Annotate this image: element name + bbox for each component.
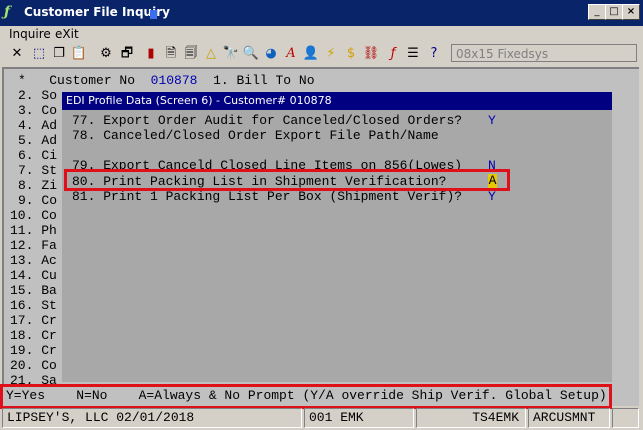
field-list-item: 2. So	[18, 88, 58, 103]
highlight-option-80	[64, 169, 510, 191]
toolbar: ✕ ⬚ ❐ 📋 ⚙ 🗗 ▮ 🗎 🗐 △ 🔭 🔍 ◕ A 👤 ⚡ $ ⛓ ƒ ☰ …	[0, 42, 643, 66]
field-list-item: 4. Ad	[18, 118, 58, 133]
font-icon[interactable]: A	[282, 45, 300, 63]
option-81: 81. Print 1 Packing List Per Box (Shipme…	[72, 189, 462, 204]
status-program: ARCUSMNT	[528, 408, 610, 428]
field-list-item: 16. St	[10, 298, 57, 313]
select-icon[interactable]: ⬚	[30, 45, 48, 63]
lightning-icon[interactable]: ⚡	[322, 45, 340, 63]
field-list-item: 9. Co	[18, 193, 58, 208]
alert-icon[interactable]: △	[202, 45, 220, 63]
dialog-title: EDI Profile Data (Screen 6) - Customer# …	[62, 92, 612, 110]
title-bar[interactable]: ƒ Customer File Inquiry _ □ ×	[0, 0, 643, 26]
help-icon[interactable]: ?	[425, 45, 443, 63]
close-button[interactable]: ×	[622, 4, 640, 20]
paste-icon[interactable]: 📋	[70, 45, 88, 63]
window-title: Customer File Inquiry	[24, 5, 170, 19]
report-icon[interactable]: 🗎	[162, 45, 180, 63]
user-icon[interactable]: 👤	[302, 45, 320, 63]
field-list-item: 20. Co	[10, 358, 57, 373]
record-icon[interactable]: ▮	[142, 45, 160, 63]
field-list-item: 12. Fa	[10, 238, 57, 253]
globe-icon[interactable]: ◕	[262, 45, 280, 63]
settings-icon[interactable]: ⚙	[97, 45, 115, 63]
option-81-value[interactable]: Y	[488, 189, 496, 204]
option-77: 77. Export Order Audit for Canceled/Clos…	[72, 113, 462, 128]
option-78: 78. Canceled/Closed Order Export File Pa…	[72, 128, 439, 143]
customer-no-label: Customer No	[49, 73, 136, 88]
status-extra	[612, 408, 639, 428]
export-icon[interactable]: 🗐	[182, 45, 200, 63]
option-77-value[interactable]: Y	[488, 113, 496, 128]
customer-number: 010878	[150, 73, 198, 88]
field-list-item: 3. Co	[18, 103, 58, 118]
field-list-item: 17. Cr	[10, 313, 57, 328]
status-bar: LIPSEY'S, LLC 02/01/2018 001 EMK TS4EMK …	[2, 408, 641, 428]
search-icon[interactable]: 🔍	[242, 45, 260, 63]
highlight-help-line	[0, 384, 612, 409]
field-list-item: 10. Co	[10, 208, 57, 223]
option-78-label: 78. Canceled/Closed Order Export File Pa…	[72, 128, 439, 143]
title-cursor-icon	[150, 10, 157, 19]
option-77-label: 77. Export Order Audit for Canceled/Clos…	[72, 113, 463, 128]
field-list-item: 13. Ac	[10, 253, 57, 268]
font-selector[interactable]: 08x15 Fixedsys	[451, 44, 637, 62]
cut-icon[interactable]: ✕	[8, 45, 26, 63]
menu-exit[interactable]: eXit	[55, 27, 79, 41]
minimize-button[interactable]: _	[588, 4, 606, 20]
status-company: LIPSEY'S, LLC 02/01/2018	[2, 408, 302, 428]
header-star: *	[18, 73, 26, 88]
dollar-icon[interactable]: $	[342, 45, 360, 63]
menu-inquire[interactable]: Inquire	[9, 27, 51, 41]
link-icon[interactable]: ⛓	[362, 45, 380, 63]
maximize-button[interactable]: □	[605, 4, 623, 20]
copy-icon[interactable]: ❐	[50, 45, 68, 63]
window-icon[interactable]: 🗗	[118, 45, 136, 63]
field-list-item: 14. Cu	[10, 268, 57, 283]
field-list-item: 5. Ad	[18, 133, 58, 148]
function-icon[interactable]: ƒ	[384, 45, 402, 63]
option-81-label: 81. Print 1 Packing List Per Box (Shipme…	[72, 189, 463, 204]
header-line: * Customer No 010878 1. Bill To No	[18, 73, 315, 88]
list-icon[interactable]: ☰	[404, 45, 422, 63]
field-list-item: 15. Ba	[10, 283, 57, 298]
field-list-item: 6. Ci	[18, 148, 58, 163]
menu-bar: Inquire eXit	[0, 26, 643, 42]
status-code: 001 EMK	[304, 408, 414, 428]
field-list-item: 19. Cr	[10, 343, 57, 358]
bill-to-field: 1. Bill To No	[213, 73, 315, 88]
field-list-item: 8. Zi	[18, 178, 58, 193]
status-terminal: TS4EMK	[416, 408, 526, 428]
app-icon: ƒ	[4, 4, 11, 20]
edi-profile-dialog: EDI Profile Data (Screen 6) - Customer# …	[62, 92, 612, 382]
binoculars-icon[interactable]: 🔭	[222, 45, 240, 63]
field-list-item: 11. Ph	[10, 223, 57, 238]
field-list-item: 7. St	[18, 163, 58, 178]
field-list-item: 18. Cr	[10, 328, 57, 343]
